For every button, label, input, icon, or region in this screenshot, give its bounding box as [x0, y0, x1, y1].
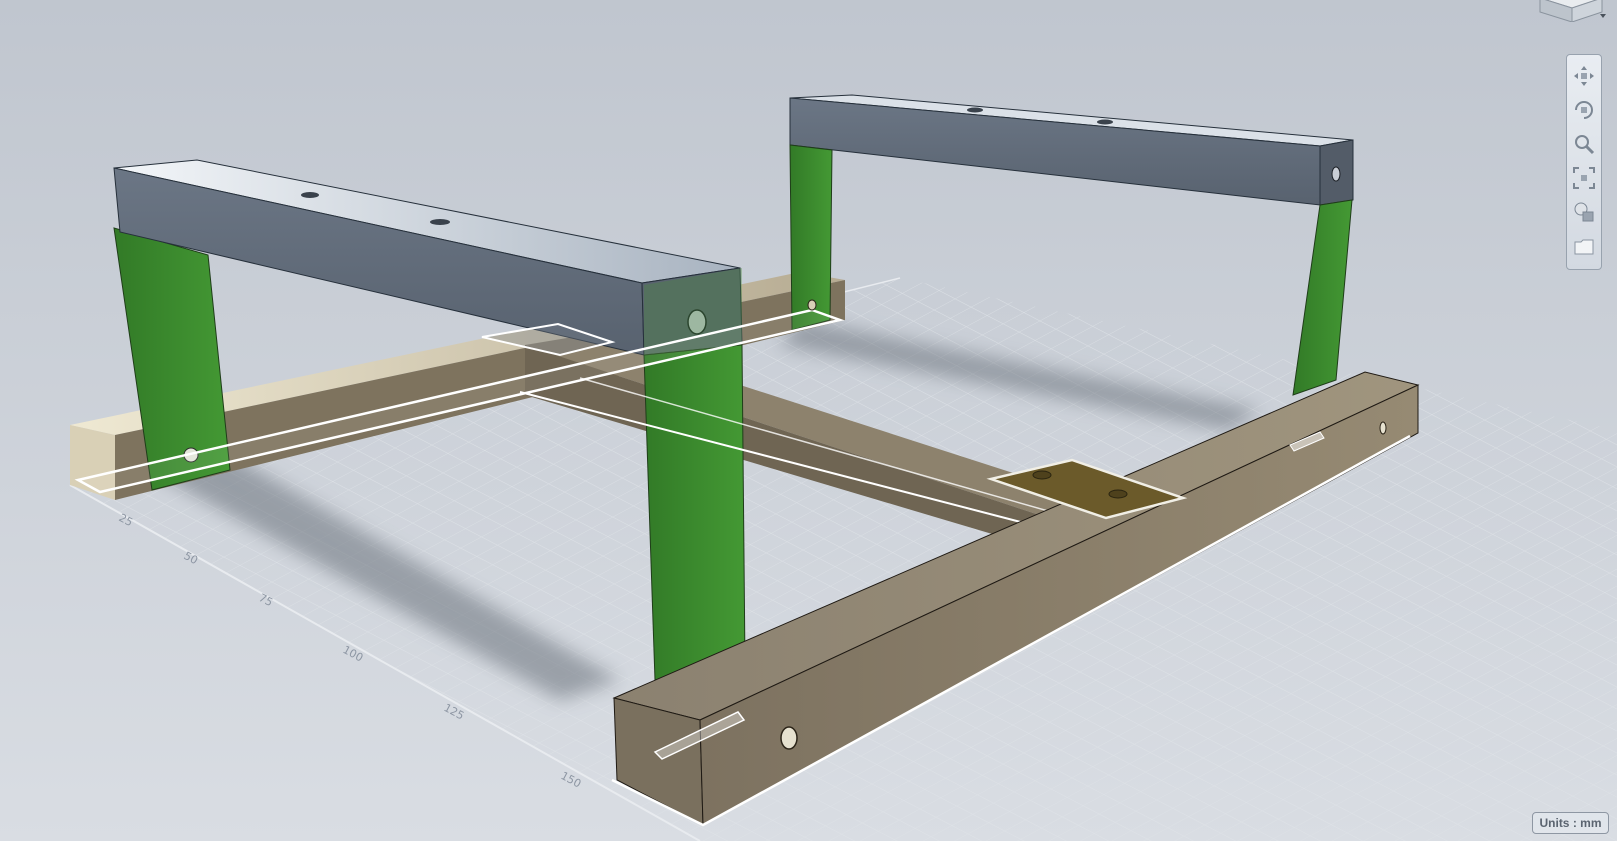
plate-hole — [1032, 470, 1052, 480]
zoom-button[interactable] — [1571, 131, 1597, 157]
pan-button[interactable] — [1571, 63, 1597, 89]
zoom-icon — [1575, 135, 1595, 155]
look-at-icon — [1574, 202, 1594, 222]
orbit-button[interactable] — [1571, 97, 1597, 123]
fit-all-button[interactable] — [1571, 165, 1597, 191]
bar-end-hole — [1331, 166, 1341, 182]
fit-all-icon — [1573, 167, 1595, 189]
units-indicator: Units : mm — [1532, 812, 1609, 834]
bar-hole — [430, 219, 450, 225]
model-scene[interactable]: 25 50 75 100 125 150 — [0, 0, 1617, 841]
viewcube-icon — [1539, 0, 1606, 23]
plate-hole — [1108, 489, 1128, 499]
rail-hole — [1379, 421, 1387, 435]
pan-icon — [1574, 66, 1594, 86]
bar-hole — [1097, 119, 1113, 125]
navigation-bar — [1566, 54, 1602, 270]
rail-hole — [807, 299, 817, 311]
rail-hole — [780, 726, 798, 750]
3d-viewport[interactable]: 25 50 75 100 125 150 Units: mm — [0, 0, 1617, 841]
viewcube[interactable] — [1536, 0, 1606, 23]
orbit-icon — [1575, 101, 1593, 119]
views-icon — [1574, 239, 1594, 255]
bar-hole — [967, 107, 983, 113]
look-at-button[interactable] — [1571, 199, 1597, 225]
bar-hole — [301, 192, 319, 198]
views-button[interactable] — [1571, 233, 1597, 259]
